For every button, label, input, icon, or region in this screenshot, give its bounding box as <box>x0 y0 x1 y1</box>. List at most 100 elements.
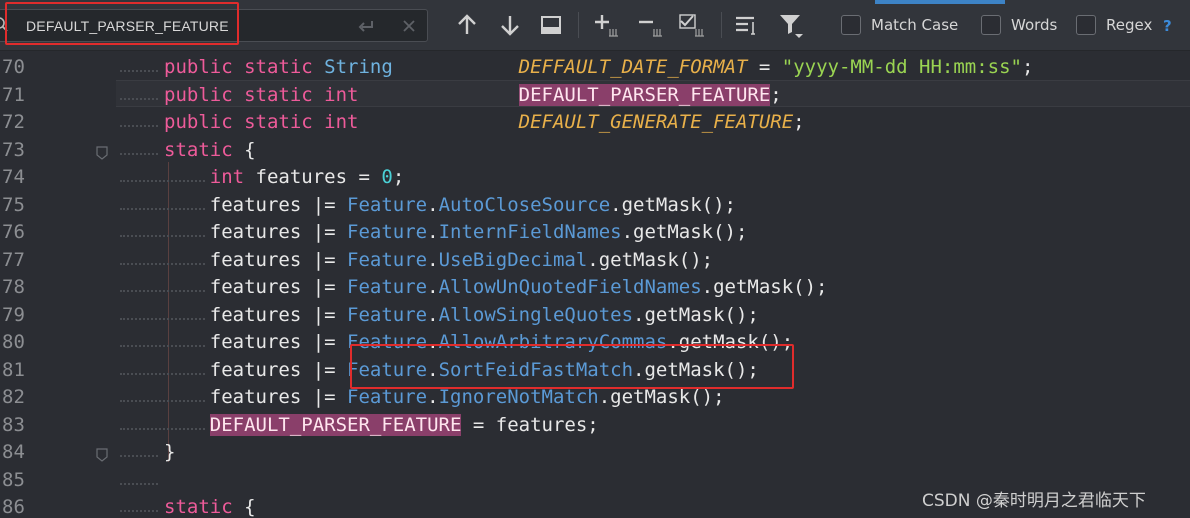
code-token: ; <box>1021 56 1034 78</box>
add-occurrence-button[interactable] <box>592 12 618 38</box>
code-line[interactable]: features |= Feature.IgnoreNotMatch.getMa… <box>164 386 725 408</box>
code-line[interactable]: static { <box>164 139 256 161</box>
code-line[interactable]: static { <box>164 496 256 518</box>
checklist-icon <box>679 14 704 37</box>
code-line[interactable]: } <box>164 441 175 463</box>
toolbar-divider <box>578 12 579 38</box>
code-token: 0 <box>381 166 393 188</box>
code-line[interactable]: public static int DEFAULT_PARSER_FEATURE… <box>164 83 782 106</box>
select-all-button[interactable] <box>678 12 704 38</box>
remove-selection-icon <box>639 20 662 37</box>
code-token: features |= <box>164 358 348 381</box>
code-token: "yyyy-MM-dd HH:mm:ss" <box>781 56 1022 78</box>
line-number: 76 <box>2 221 25 243</box>
code-token: features = <box>244 166 382 188</box>
code-token: . <box>427 193 439 216</box>
code-line[interactable]: features |= Feature.AllowUnQuotedFieldNa… <box>164 276 828 298</box>
line-number: 77 <box>2 248 25 271</box>
code-token: . <box>427 358 439 381</box>
code-token: SortFeidFastMatch <box>438 358 634 381</box>
line-number: 74 <box>2 166 25 188</box>
words-checkbox[interactable] <box>981 15 1001 35</box>
code-token: . <box>427 386 439 408</box>
code-token: features |= <box>164 303 348 326</box>
words-label: Words <box>1011 16 1058 34</box>
code-token: int <box>209 166 245 188</box>
code-token: features |= <box>164 331 348 353</box>
replace-icon[interactable] <box>356 17 376 35</box>
regex-option[interactable]: Regex <box>1076 15 1156 37</box>
code-line[interactable]: features |= Feature.AutoCloseSource.getM… <box>164 194 736 216</box>
code-token: .getMask(); <box>633 303 759 326</box>
code-token: AllowArbitraryCommas <box>438 331 668 353</box>
whitespace-marker <box>120 125 158 127</box>
code-line[interactable]: public static String DEFFAULT_DATE_FORMA… <box>164 56 1033 78</box>
code-line[interactable]: features |= Feature.AllowArbitraryCommas… <box>164 331 793 353</box>
code-token: AllowUnQuotedFieldNames <box>438 276 702 298</box>
code-line[interactable]: features |= Feature.InternFieldNames.get… <box>164 221 748 243</box>
code-line[interactable]: features |= Feature.AllowSingleQuotes.ge… <box>164 304 759 326</box>
whitespace-marker <box>120 152 158 155</box>
lines-icon <box>736 16 755 35</box>
whitespace-marker <box>120 70 158 72</box>
previous-occurrence-button[interactable] <box>454 12 480 38</box>
match-case-option[interactable]: Match Case <box>841 15 971 37</box>
code-line[interactable]: features |= Feature.UseBigDecimal.getMas… <box>164 249 713 271</box>
line-number: 83 <box>2 413 25 436</box>
select-all-occurrences-button[interactable] <box>538 12 564 38</box>
filter-icon <box>780 15 803 38</box>
active-tab-indicator <box>875 0 1005 4</box>
code-token: features |= <box>164 276 348 298</box>
code-line[interactable]: features |= Feature.SortFeidFastMatch.ge… <box>164 359 759 381</box>
clear-icon[interactable] <box>399 17 419 35</box>
code-token: Feature <box>347 331 428 353</box>
code-line[interactable]: DEFAULT_PARSER_FEATURE = features; <box>164 413 599 436</box>
next-occurrence-button[interactable] <box>497 12 523 38</box>
code-token: String <box>324 56 393 78</box>
match-case-label: Match Case <box>871 16 959 34</box>
filter-button[interactable] <box>778 12 804 38</box>
help-link[interactable]: ? <box>1163 17 1172 35</box>
search-icon[interactable] <box>0 17 9 33</box>
search-input[interactable]: DEFAULT_PARSER_FEATURE <box>0 9 428 42</box>
window-icon <box>541 16 561 34</box>
remove-occurrence-button[interactable] <box>636 12 662 38</box>
watermark: CSDN @秦时明月之君临天下 <box>922 491 1146 511</box>
code-token: DEFFAULT_DATE_FORMAT <box>518 56 748 78</box>
code-editor[interactable]: 70 71 72 73 74 75 76 77 78 79 80 81 82 83 84 85 86 publi… <box>0 52 1190 518</box>
line-number: 75 <box>2 193 25 216</box>
code-token: } <box>164 441 176 463</box>
code-token: features |= <box>164 193 348 216</box>
match-case-checkbox[interactable] <box>841 15 861 35</box>
code-token: .getMask(); <box>621 221 748 243</box>
code-token: ; <box>392 166 405 188</box>
line-number: 85 <box>2 468 25 491</box>
code-token: Feature <box>347 386 428 408</box>
code-token: ; <box>770 83 782 106</box>
words-option[interactable]: Words <box>981 15 1061 37</box>
code-line[interactable]: public static int DEFAULT_GENERATE_FEATU… <box>164 111 805 133</box>
line-number: 81 <box>2 358 25 381</box>
code-line[interactable]: int features = 0; <box>164 166 405 188</box>
line-number: 73 <box>2 138 25 161</box>
regex-checkbox[interactable] <box>1076 15 1096 35</box>
code-token: = <box>747 56 782 78</box>
code-token: UseBigDecimal <box>438 248 588 271</box>
line-number: 78 <box>2 276 25 298</box>
line-number: 82 <box>2 386 25 408</box>
code-token: public static <box>164 56 325 78</box>
code-token: . <box>427 221 439 243</box>
code-token: { <box>232 496 256 518</box>
code-token: Feature <box>347 303 428 326</box>
code-token: Feature <box>347 358 428 381</box>
code-token: AllowSingleQuotes <box>438 303 634 326</box>
fold-icon[interactable] <box>96 145 108 160</box>
fold-icon[interactable] <box>96 447 108 462</box>
in-selection-button[interactable] <box>734 12 760 38</box>
code-token: .getMask(); <box>633 358 759 381</box>
line-number: 79 <box>2 303 25 326</box>
code-token: public static int <box>164 83 359 106</box>
